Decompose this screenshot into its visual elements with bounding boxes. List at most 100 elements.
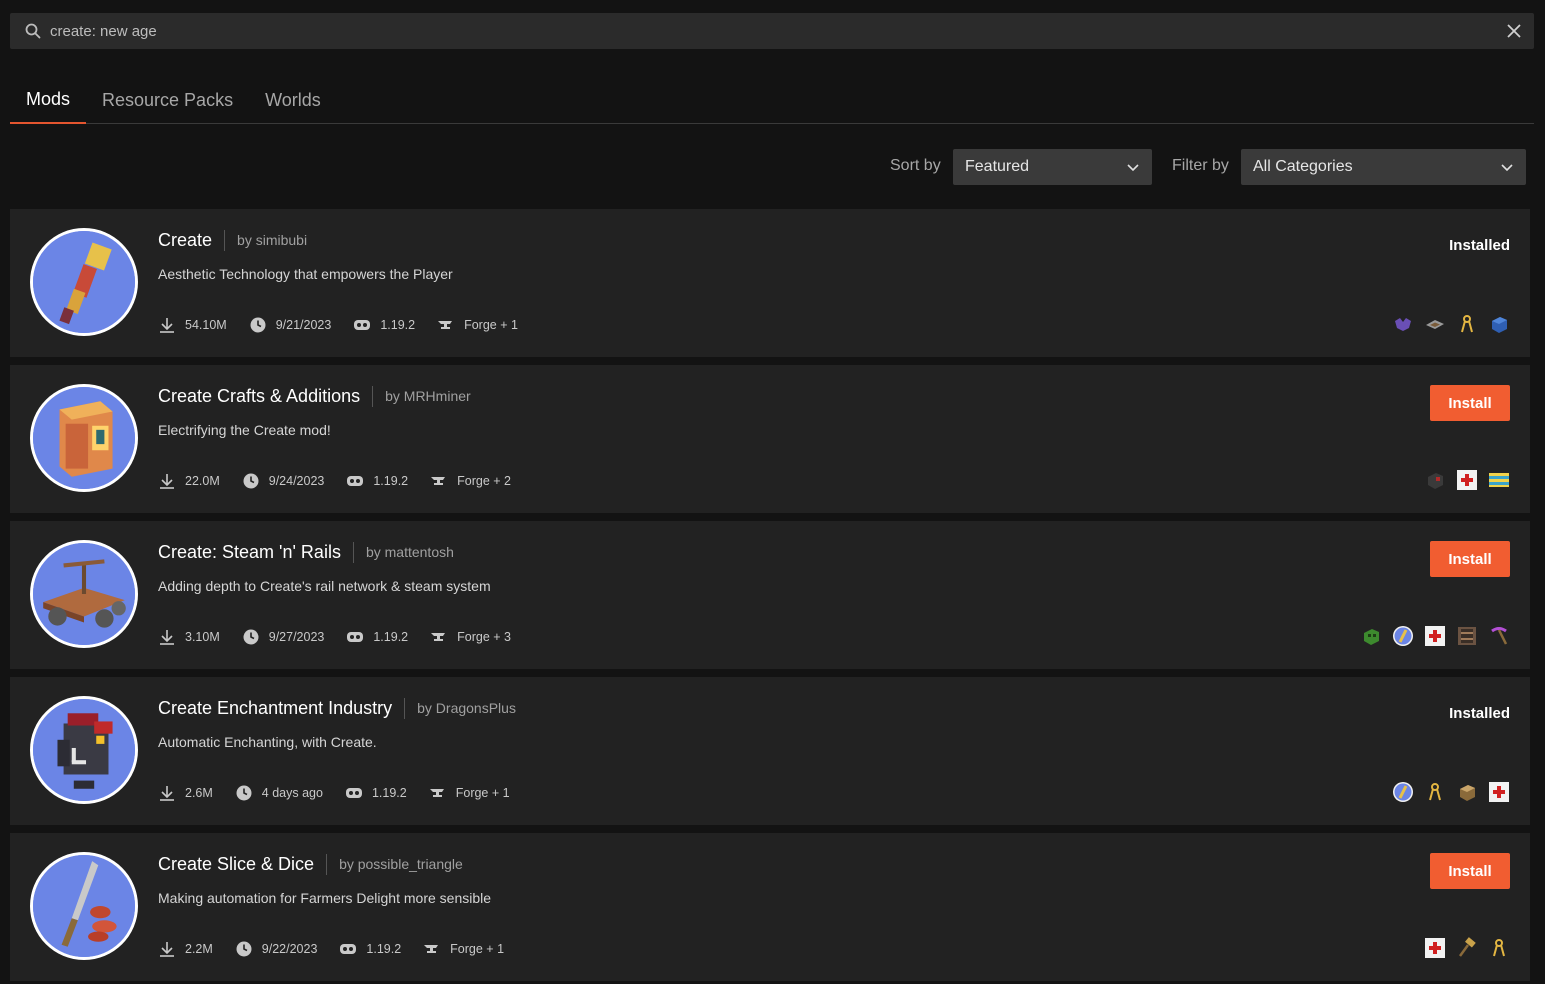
game-version-value: 1.19.2 bbox=[366, 942, 402, 956]
anvil-icon bbox=[431, 633, 446, 641]
mod-logo bbox=[30, 696, 138, 804]
list-controls: Sort by Featured Filter by All Categorie… bbox=[0, 149, 1545, 185]
mod-meta: 22.0M 9/24/2023 1.19.2 Forge + 2 bbox=[158, 471, 533, 491]
dependency-icons bbox=[1392, 313, 1510, 335]
installed-status: Installed bbox=[1449, 705, 1510, 722]
mod-logo bbox=[30, 852, 138, 960]
updated-date: 4 days ago bbox=[261, 786, 323, 800]
mod-card-create-enchantment-industry[interactable]: Create Enchantment Industry by DragonsPl… bbox=[10, 677, 1530, 825]
mod-author: by possible_triangle bbox=[339, 856, 463, 872]
updated-date: 9/24/2023 bbox=[268, 474, 325, 488]
tab-bar: Mods Resource Packs Worlds bbox=[10, 76, 1534, 124]
updated-date: 9/22/2023 bbox=[261, 942, 318, 956]
pickaxe-icon bbox=[1488, 625, 1510, 647]
loader-value: Forge + 1 bbox=[464, 318, 518, 332]
tongs-icon bbox=[1424, 781, 1446, 803]
mod-title[interactable]: Create Slice & Dice bbox=[158, 853, 328, 875]
install-button[interactable]: Install bbox=[1430, 541, 1510, 577]
download-icon bbox=[160, 786, 174, 801]
crate-icon bbox=[1456, 781, 1478, 803]
create-logo-icon bbox=[1392, 625, 1414, 647]
updated: 9/27/2023 bbox=[242, 628, 325, 646]
downloads: 2.6M bbox=[158, 784, 213, 802]
tab-worlds[interactable]: Worlds bbox=[249, 76, 337, 124]
gamepad-icon bbox=[354, 320, 371, 330]
updated-date: 9/27/2023 bbox=[268, 630, 325, 644]
mod-description: Making automation for Farmers Delight mo… bbox=[158, 890, 492, 906]
downloads: 3.10M bbox=[158, 628, 220, 646]
downloads-count: 2.6M bbox=[185, 786, 213, 800]
ore-icon bbox=[1392, 313, 1414, 335]
mod-author: by simibubi bbox=[237, 232, 308, 248]
redstone-block-icon bbox=[1424, 469, 1446, 491]
chevron-down-icon bbox=[1501, 164, 1513, 172]
tab-resource-packs[interactable]: Resource Packs bbox=[86, 76, 249, 124]
dependency-icons bbox=[1424, 937, 1510, 959]
anvil-icon bbox=[431, 477, 446, 485]
install-button[interactable]: Install bbox=[1430, 385, 1510, 421]
close-icon[interactable] bbox=[1506, 23, 1522, 39]
mod-meta: 3.10M 9/27/2023 1.19.2 Forge + 3 bbox=[158, 627, 533, 647]
download-icon bbox=[160, 318, 174, 333]
mod-title[interactable]: Create: Steam 'n' Rails bbox=[158, 541, 354, 563]
loader-value: Forge + 1 bbox=[455, 786, 510, 800]
game-version: 1.19.2 bbox=[345, 784, 407, 802]
mod-card-create[interactable]: Create by simibubi Aesthetic Technology … bbox=[10, 209, 1530, 357]
filter-select[interactable]: All Categories bbox=[1241, 149, 1526, 185]
anvil-icon bbox=[438, 321, 453, 329]
tab-mods[interactable]: Mods bbox=[10, 76, 87, 124]
blue-block-icon bbox=[1488, 313, 1510, 335]
downloads: 54.10M bbox=[158, 316, 227, 334]
install-button[interactable]: Install bbox=[1430, 853, 1510, 889]
mod-description: Automatic Enchanting, with Create. bbox=[158, 734, 377, 750]
mod-card-create-slice-dice[interactable]: Create Slice & Dice by possible_triangle… bbox=[10, 833, 1530, 981]
loader: Forge + 2 bbox=[430, 472, 511, 490]
game-version-value: 1.19.2 bbox=[373, 630, 409, 644]
mod-title[interactable]: Create bbox=[158, 229, 226, 251]
updated: 9/24/2023 bbox=[242, 472, 325, 490]
updated: 4 days ago bbox=[235, 784, 323, 802]
updated: 9/22/2023 bbox=[235, 940, 318, 958]
search-icon bbox=[25, 23, 41, 39]
red-cross-icon bbox=[1488, 781, 1510, 803]
rail-icon bbox=[1424, 313, 1446, 335]
loader: Forge + 1 bbox=[437, 316, 518, 334]
download-icon bbox=[160, 630, 174, 645]
dependency-icons bbox=[1424, 469, 1510, 491]
mod-logo bbox=[30, 228, 138, 336]
game-version-value: 1.19.2 bbox=[371, 786, 407, 800]
loader: Forge + 3 bbox=[430, 628, 511, 646]
chevron-down-icon bbox=[1127, 164, 1139, 172]
clock-icon bbox=[243, 473, 259, 489]
mod-title[interactable]: Create Enchantment Industry bbox=[158, 697, 406, 719]
knife-logo-icon bbox=[33, 855, 135, 957]
mod-author: by DragonsPlus bbox=[417, 700, 516, 716]
mod-meta: 2.6M 4 days ago 1.19.2 Forge + 1 bbox=[158, 783, 532, 803]
mod-meta: 54.10M 9/21/2023 1.19.2 Forge + 1 bbox=[158, 315, 540, 335]
mod-description: Electrifying the Create mod! bbox=[158, 422, 331, 438]
clock-icon bbox=[236, 941, 252, 957]
installed-status: Installed bbox=[1449, 237, 1510, 254]
search-input[interactable] bbox=[50, 22, 1506, 40]
downloads: 2.2M bbox=[158, 940, 213, 958]
loader-value: Forge + 1 bbox=[450, 942, 505, 956]
mod-card-create-crafts-additions[interactable]: Create Crafts & Additions by MRHminer El… bbox=[10, 365, 1530, 513]
mod-description: Adding depth to Create's rail network & … bbox=[158, 578, 491, 594]
downloads-count: 3.10M bbox=[185, 630, 220, 644]
mod-card-create-steam-n-rails[interactable]: Create: Steam 'n' Rails by mattentosh Ad… bbox=[10, 521, 1530, 669]
download-icon bbox=[160, 474, 174, 489]
game-version: 1.19.2 bbox=[339, 940, 401, 958]
mod-author: by mattentosh bbox=[365, 544, 454, 560]
sort-select[interactable]: Featured bbox=[953, 149, 1152, 185]
loader-value: Forge + 2 bbox=[457, 474, 511, 488]
mod-description: Aesthetic Technology that empowers the P… bbox=[158, 266, 453, 282]
game-version: 1.19.2 bbox=[346, 628, 408, 646]
filter-value: All Categories bbox=[1253, 158, 1353, 175]
game-version: 1.19.2 bbox=[346, 472, 408, 490]
clock-icon bbox=[250, 317, 266, 333]
search-bar[interactable] bbox=[10, 13, 1534, 49]
mod-title[interactable]: Create Crafts & Additions bbox=[158, 385, 374, 407]
striped-block-icon bbox=[1488, 469, 1510, 491]
downloads-count: 22.0M bbox=[185, 474, 220, 488]
ladder-icon bbox=[1456, 625, 1478, 647]
